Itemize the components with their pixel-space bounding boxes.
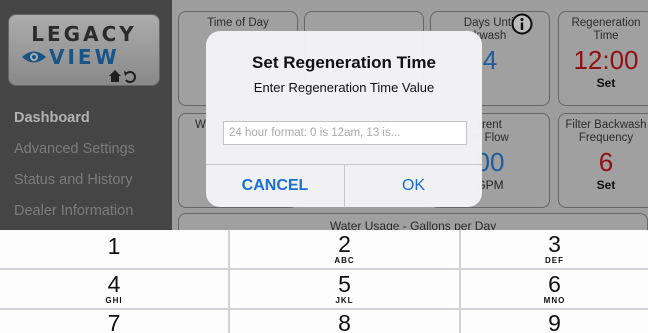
key-letters: DEF — [545, 256, 564, 265]
app-screen: LEGACY VIEW Dashboard Advanced Settings … — [0, 0, 648, 333]
key-2[interactable]: 2 ABC — [230, 230, 459, 268]
dialog-message: Enter Regeneration Time Value — [253, 80, 435, 95]
key-letters: JKL — [335, 296, 354, 305]
key-digit: 9 — [548, 310, 561, 333]
key-1[interactable]: 1 — [0, 230, 228, 268]
key-7[interactable]: 7 — [0, 310, 228, 333]
set-regeneration-time-dialog: Set Regeneration Time Enter Regeneration… — [206, 31, 482, 207]
key-digit: 5 — [338, 271, 351, 297]
key-digit: 2 — [338, 231, 351, 257]
key-digit: 7 — [107, 310, 121, 333]
key-4[interactable]: 4 GHI — [0, 270, 228, 308]
key-8[interactable]: 8 — [230, 310, 459, 333]
key-digit: 3 — [548, 231, 561, 257]
cancel-button[interactable]: CANCEL — [206, 165, 344, 207]
dialog-title: Set Regeneration Time — [252, 53, 436, 72]
key-digit: 8 — [338, 310, 351, 333]
key-3[interactable]: 3 DEF — [461, 230, 648, 268]
numeric-keypad: 1 2 ABC 3 DEF 4 GHI 5 JKL 6 MNO 7 8 9 — [0, 230, 648, 333]
key-digit: 4 — [107, 271, 121, 297]
key-digit: 6 — [548, 271, 561, 297]
key-digit: 1 — [107, 233, 121, 259]
ok-button[interactable]: OK — [345, 165, 482, 207]
key-letters: GHI — [105, 296, 123, 305]
regeneration-time-input[interactable] — [223, 121, 467, 145]
key-letters: MNO — [543, 296, 566, 305]
key-6[interactable]: 6 MNO — [461, 270, 648, 308]
key-9[interactable]: 9 — [461, 310, 648, 333]
key-5[interactable]: 5 JKL — [230, 270, 459, 308]
key-letters: ABC — [334, 256, 355, 265]
